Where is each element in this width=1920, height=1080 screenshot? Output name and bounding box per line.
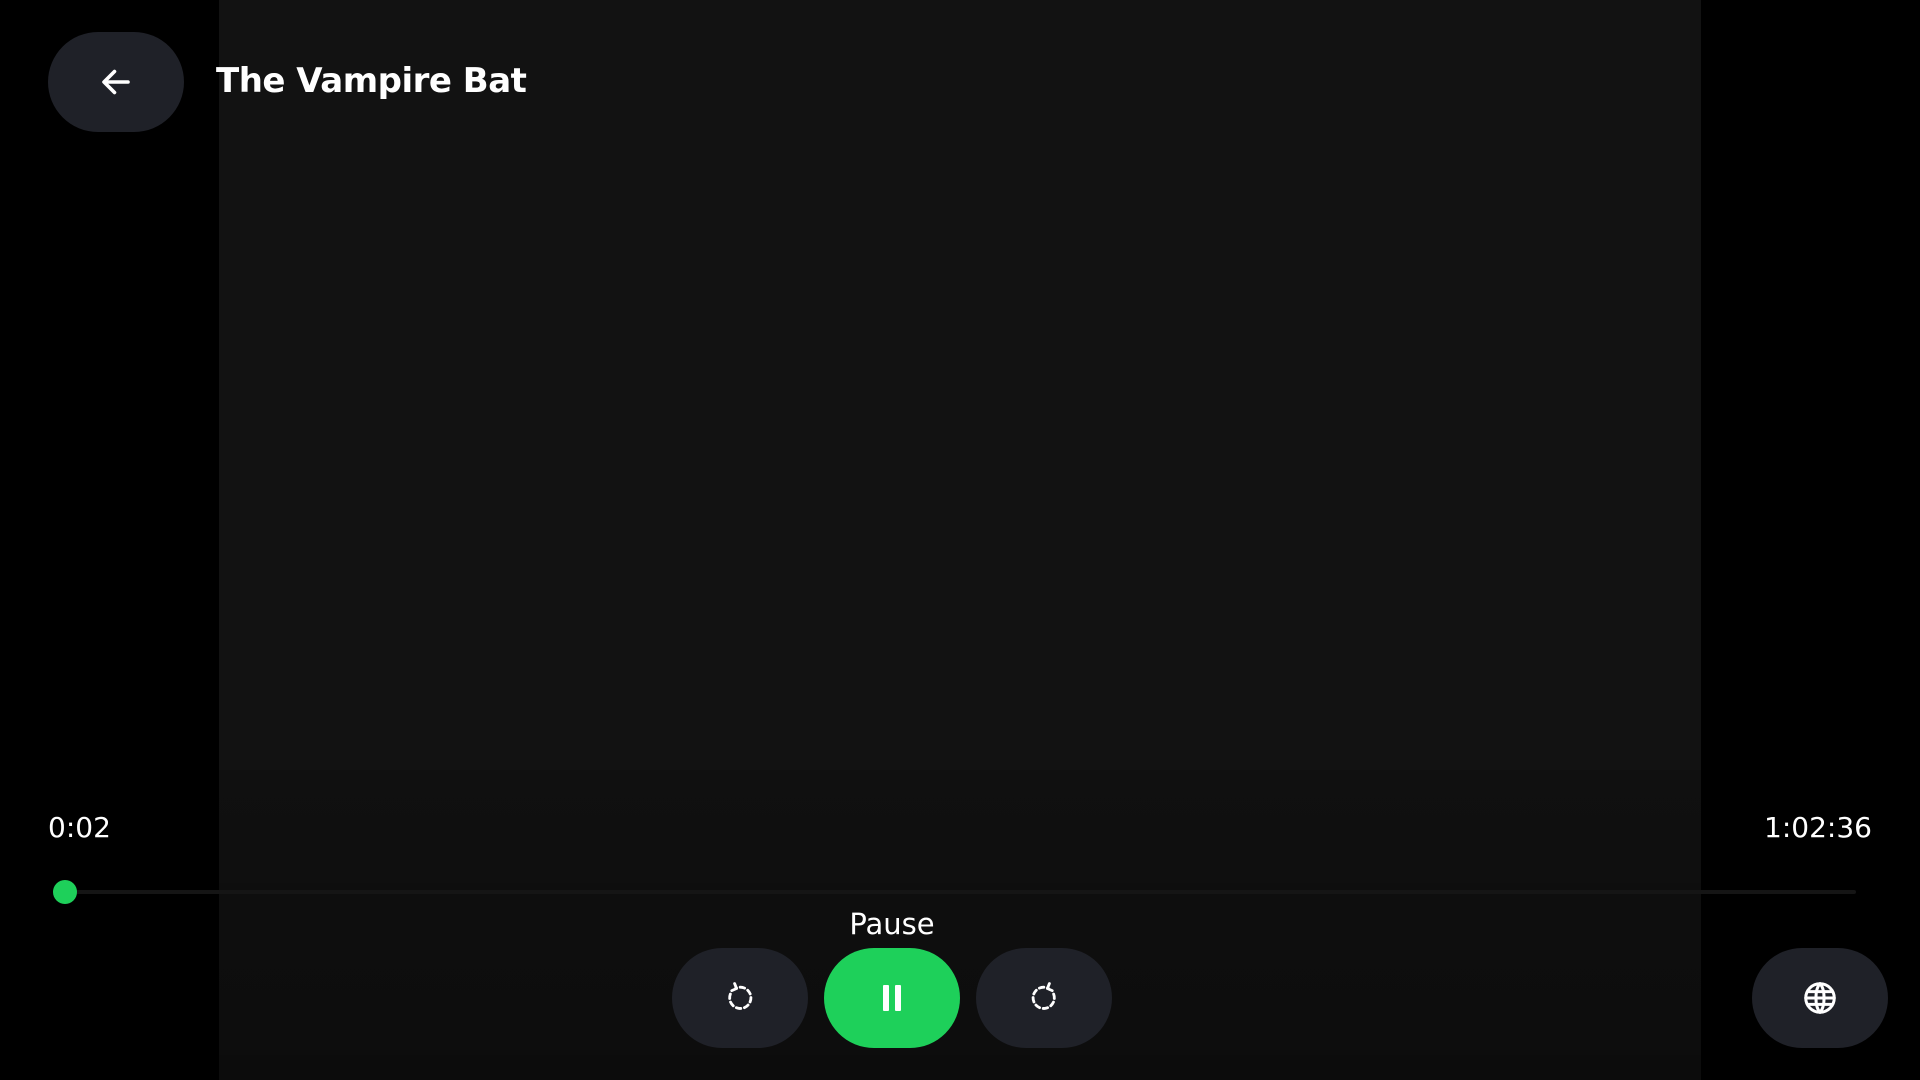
back-button[interactable] bbox=[48, 32, 184, 132]
language-button[interactable] bbox=[1752, 948, 1888, 1048]
rewind-10-icon bbox=[723, 981, 757, 1015]
globe-icon bbox=[1801, 979, 1839, 1017]
progress-bar[interactable] bbox=[52, 880, 1856, 904]
arrow-left-icon bbox=[98, 64, 134, 100]
rewind-button[interactable] bbox=[672, 948, 808, 1048]
video-player: The Vampire Bat 0:02 1:02:36 Pause bbox=[0, 0, 1920, 1080]
current-time: 0:02 bbox=[48, 811, 111, 844]
controls-overlay bbox=[0, 770, 1920, 1080]
pause-icon bbox=[880, 983, 904, 1013]
progress-thumb[interactable] bbox=[52, 880, 77, 904]
forward-10-icon bbox=[1027, 981, 1061, 1015]
forward-button[interactable] bbox=[976, 948, 1112, 1048]
total-duration: 1:02:36 bbox=[1764, 811, 1872, 844]
pause-tooltip: Pause bbox=[849, 907, 935, 941]
video-title: The Vampire Bat bbox=[216, 61, 527, 101]
pause-button[interactable] bbox=[824, 948, 960, 1048]
